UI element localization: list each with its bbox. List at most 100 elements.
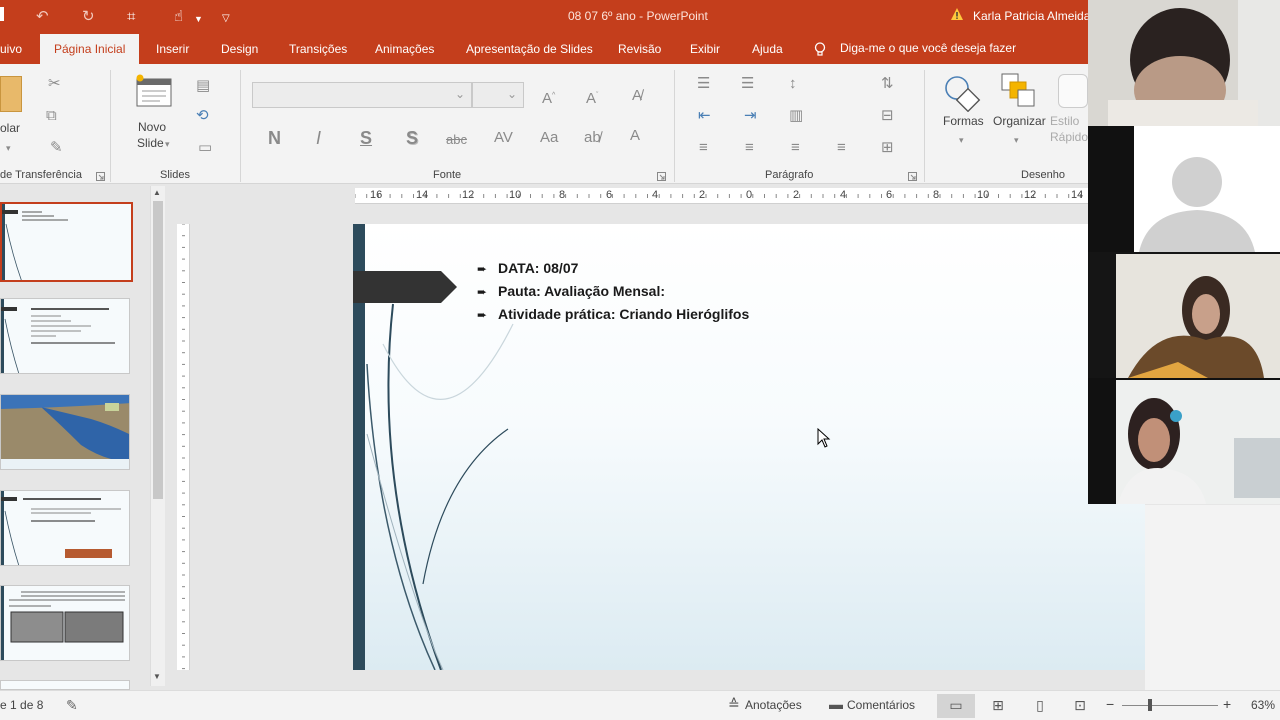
section-icon[interactable]: ▭ [198, 140, 212, 156]
font-name-combo[interactable]: ⌄ [252, 82, 472, 108]
layout-icon[interactable]: ▤ [196, 78, 210, 94]
shapes-dropdown-icon[interactable]: ▾ [959, 132, 964, 148]
highlight-icon[interactable]: ab̸ [584, 130, 601, 146]
bullets-icon[interactable]: ☰ [697, 76, 710, 92]
tab-help[interactable]: Ajuda [752, 42, 783, 56]
character-spacing-button[interactable]: AV [494, 130, 513, 146]
align-center-icon[interactable]: ≡ [745, 140, 754, 156]
zoom-out-button[interactable]: − [1106, 696, 1114, 712]
bullet-item[interactable]: ➨ DATA: 08/07 [477, 257, 749, 280]
video-tile-2[interactable] [1088, 126, 1280, 252]
tab-animations[interactable]: Animações [375, 42, 434, 56]
touch-dropdown-icon[interactable]: ▼ [194, 10, 203, 28]
touch-mode-icon[interactable]: ☝ [174, 8, 183, 26]
scrollbar-thumb[interactable] [153, 201, 163, 499]
user-name[interactable]: Karla Patricia Almeida [973, 9, 1090, 23]
change-case-button[interactable]: Aa [540, 130, 558, 146]
paste-label[interactable]: olar [0, 121, 20, 136]
shrink-font-icon[interactable]: Aˇ [586, 88, 598, 107]
shapes-label[interactable]: Formas [943, 114, 984, 129]
tell-me-search[interactable]: Diga-me o que você deseja fazer [840, 41, 1016, 55]
zoom-slider-thumb[interactable] [1148, 699, 1152, 711]
paste-icon[interactable] [0, 76, 22, 112]
customize-qat-icon[interactable]: ▽ [222, 10, 230, 28]
align-text-icon[interactable]: ⊟ [881, 108, 894, 124]
clipboard-launcher-icon[interactable] [96, 172, 105, 181]
slide-thumbnail-1[interactable] [0, 202, 133, 282]
new-slide-label-2[interactable]: Slide [137, 136, 164, 151]
text-direction-icon[interactable]: ⇅ [881, 76, 894, 92]
notes-icon[interactable]: ≙ [728, 696, 740, 713]
reading-view-button[interactable]: ▯ [1021, 694, 1059, 718]
arrange-dropdown-icon[interactable]: ▾ [1014, 132, 1019, 148]
redo-icon[interactable]: ↻ [82, 8, 95, 26]
slide-canvas[interactable]: ➨ DATA: 08/07 ➨ Pauta: Avaliação Mensal: ➨… [353, 224, 1145, 670]
video-tile-1[interactable] [1088, 0, 1280, 126]
underline-button[interactable]: S [360, 129, 372, 147]
shapes-icon[interactable] [943, 72, 983, 112]
grow-font-icon[interactable]: A^ [542, 88, 555, 107]
paragraph-launcher-icon[interactable] [908, 172, 917, 181]
decrease-indent-icon[interactable]: ⇤ [698, 108, 711, 124]
bold-button[interactable]: N [268, 129, 281, 147]
video-tile-3[interactable] [1088, 252, 1280, 378]
align-left-icon[interactable]: ≡ [699, 140, 708, 156]
bullet-item[interactable]: ➨ Atividade prática: Criando Hieróglifos [477, 303, 749, 326]
shadow-button[interactable]: S [406, 129, 418, 147]
slide-thumbnail-6[interactable] [0, 680, 130, 690]
quick-styles-label-1[interactable]: Estilo [1050, 114, 1079, 129]
warning-icon[interactable] [950, 7, 964, 21]
increase-indent-icon[interactable]: ⇥ [744, 108, 757, 124]
font-launcher-icon[interactable] [657, 172, 666, 181]
zoom-in-button[interactable]: + [1223, 696, 1231, 712]
arrange-icon[interactable] [1000, 72, 1040, 112]
comments-icon[interactable]: ▬ [829, 696, 843, 712]
paste-dropdown-icon[interactable]: ▾ [6, 140, 11, 156]
tab-home[interactable]: Página Inicial [40, 34, 140, 64]
arrange-label[interactable]: Organizar [993, 114, 1046, 129]
comments-button[interactable]: Comentários [847, 698, 915, 712]
tab-design[interactable]: Design [221, 42, 258, 56]
zoom-level[interactable]: 63% [1251, 698, 1275, 712]
numbering-icon[interactable]: ☰ [741, 76, 754, 92]
font-color-icon[interactable]: A [630, 128, 640, 144]
presentation-start-icon[interactable]: ⌗ [127, 8, 135, 26]
new-slide-label-1[interactable]: Novo [138, 120, 166, 135]
font-size-combo[interactable]: ⌄ [472, 82, 524, 108]
video-tile-4[interactable] [1088, 378, 1280, 504]
format-painter-icon[interactable]: ✎ [50, 140, 63, 156]
slide-sorter-button[interactable]: ⊞ [979, 694, 1017, 718]
slide-counter[interactable]: e 1 de 8 [0, 698, 43, 712]
slide-thumbnail-3[interactable] [0, 394, 130, 470]
slide-thumbnail-4[interactable] [0, 490, 130, 566]
quick-styles-icon[interactable] [1058, 74, 1088, 108]
tab-review[interactable]: Revisão [618, 42, 661, 56]
tab-slide-show[interactable]: Apresentação de Slides [466, 42, 593, 56]
thumbnail-scrollbar[interactable]: ▲ ▼ [150, 186, 165, 686]
new-slide-dropdown-icon[interactable]: ▾ [165, 136, 170, 152]
tab-transitions[interactable]: Transições [289, 42, 347, 56]
align-right-icon[interactable]: ≡ [791, 140, 800, 156]
new-slide-icon[interactable] [135, 74, 173, 108]
quick-styles-label-2[interactable]: Rápido [1050, 130, 1088, 145]
smartart-icon[interactable]: ⊞ [881, 140, 894, 156]
spell-check-icon[interactable]: ✎ [66, 697, 78, 714]
line-spacing-icon[interactable]: ↕ [789, 76, 797, 92]
scroll-up-icon[interactable]: ▲ [153, 188, 161, 197]
reset-icon[interactable]: ⟲ [196, 108, 209, 124]
slide-thumbnail-5[interactable] [0, 585, 130, 661]
italic-button[interactable]: I [316, 129, 321, 147]
columns-icon[interactable]: ▥ [789, 108, 803, 124]
copy-icon[interactable]: ⧉ [46, 108, 57, 124]
bullet-item[interactable]: ➨ Pauta: Avaliação Mensal: [477, 280, 749, 303]
normal-view-button[interactable]: ▭ [937, 694, 975, 718]
zoom-slider[interactable] [1122, 705, 1218, 706]
justify-icon[interactable]: ≡ [837, 140, 846, 156]
notes-button[interactable]: Anotações [745, 698, 802, 712]
strikethrough-button[interactable]: abc [446, 132, 467, 148]
scroll-down-icon[interactable]: ▼ [153, 672, 161, 681]
cut-icon[interactable]: ✂ [48, 76, 61, 92]
tab-file[interactable]: uivo [0, 42, 22, 56]
clear-format-icon[interactable]: A̸ [632, 88, 642, 104]
tab-insert[interactable]: Inserir [156, 42, 189, 56]
